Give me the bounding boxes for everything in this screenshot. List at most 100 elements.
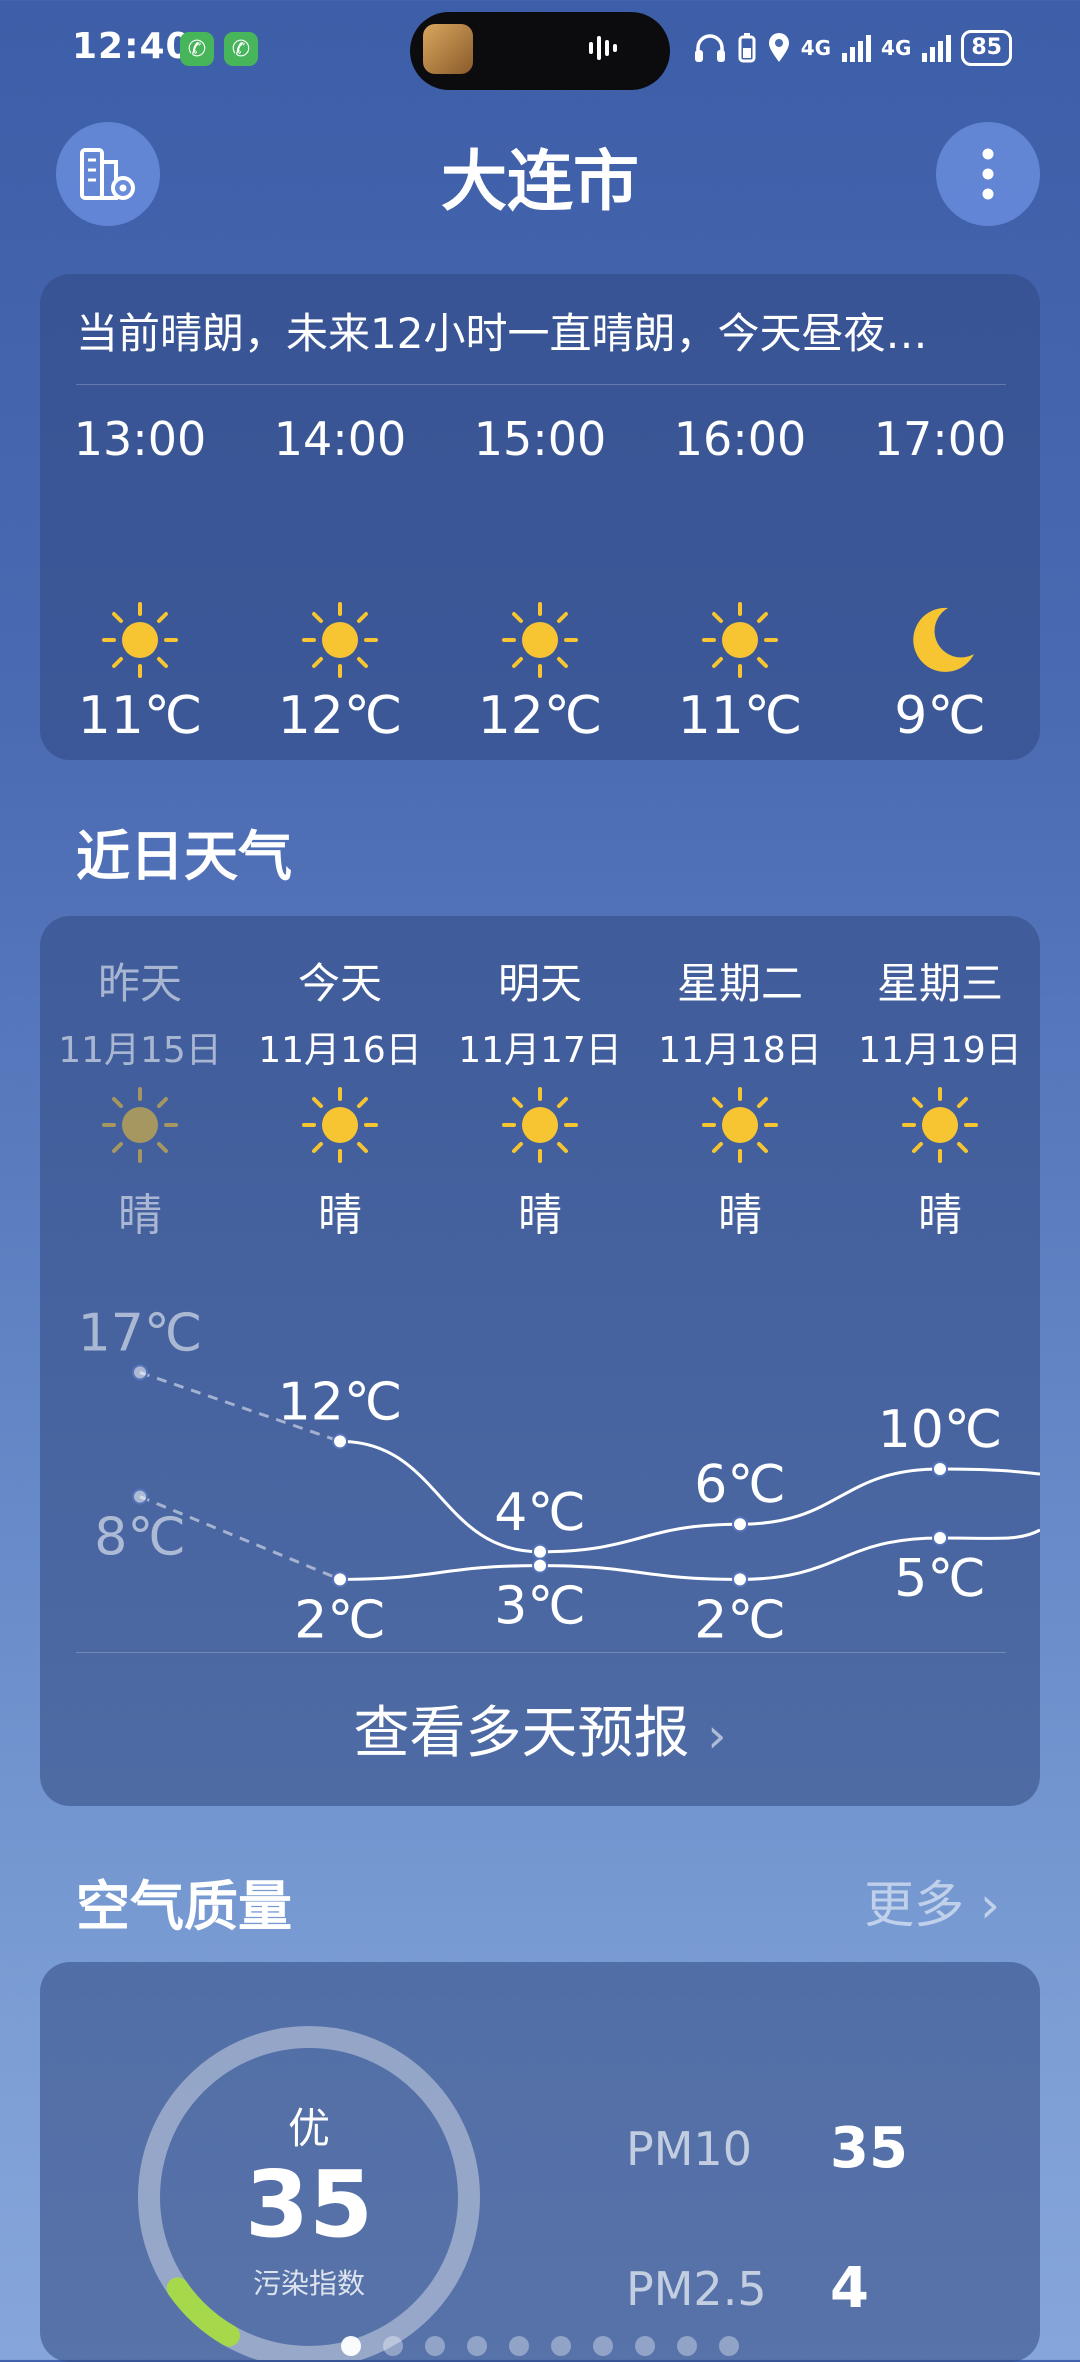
temp-label: 10℃ [878,1400,1003,1460]
pm10-value: 35 [830,2116,908,2181]
day-name: 星期三 [876,959,1003,1008]
earbud-battery-icon [738,33,756,63]
page-dot[interactable] [593,2336,613,2356]
status-time: 12:40 [72,26,192,67]
hourly-item: 15:00 12℃ [450,412,630,746]
page-dot[interactable] [467,2336,487,2356]
network-type: 4G [800,36,832,60]
temp-label: 17℃ [78,1303,203,1363]
status-icons: 4G 4G 85 [693,30,1012,66]
hour-time: 17:00 [873,412,1007,466]
day-column: 昨天 11月15日 晴 [50,950,230,1243]
temp-label: 2℃ [294,1590,385,1640]
air-more-link[interactable]: 更多 › [864,1865,1000,1937]
page-indicator[interactable] [0,2336,1080,2356]
day-condition: 晴 [118,1190,162,1241]
day-date: 11月17日 [458,1030,622,1071]
day-condition: 晴 [718,1190,762,1241]
page-dot[interactable] [719,2336,739,2356]
day-name: 星期二 [676,959,803,1008]
temp-label: 5℃ [894,1549,985,1609]
day-condition: 晴 [318,1190,362,1241]
hour-time: 16:00 [673,412,807,466]
divider [76,384,1006,385]
temp-point [732,1516,748,1533]
view-more-forecast-label: 查看多天预报 [353,1701,690,1766]
sun-icon [702,602,778,678]
weather-summary[interactable]: 当前晴朗，未来12小时一直晴朗，今天昼夜… [76,300,1006,361]
day-name: 明天 [497,959,582,1008]
day-column: 星期三 11月19日 晴 [850,950,1030,1243]
day-column: 今天 11月16日 晴 [250,950,430,1243]
temp-label: 12℃ [278,1372,403,1432]
page-dot[interactable] [551,2336,571,2356]
temp-point [332,1433,348,1450]
sun-icon [302,1087,378,1163]
temp-point [532,1543,548,1560]
sun-icon [302,602,378,678]
location-icon [768,33,789,62]
day-column: 星期二 11月18日 晴 [650,950,830,1243]
sun-icon [102,602,178,678]
chevron-right-icon: › [707,1708,727,1764]
page-dot[interactable] [635,2336,655,2356]
hourly-item: 16:00 11℃ [650,412,830,746]
hour-temp: 11℃ [77,686,203,746]
aqi-level: 优 [287,2104,330,2153]
temperature-trend-chart: 17℃ 12℃ 4℃ 6℃ 10℃ 8℃ 2℃ 3℃ 2℃ 5℃ [78,1303,1040,1640]
temp-label: 6℃ [694,1455,785,1515]
day-column: 明天 11月17日 晴 [450,950,630,1243]
temp-label: 2℃ [694,1590,785,1640]
aqi-label: 污染指数 [252,2267,365,2300]
section-title-air: 空气质量 [76,1875,292,1938]
signal-icon [842,35,872,62]
hourly-item: 17:00 9℃ [850,412,1030,746]
sun-icon [502,1087,578,1163]
divider [76,1652,1006,1653]
temp-point [732,1571,748,1588]
temp-label: 4℃ [494,1483,585,1543]
aqi-value: 35 [244,2151,374,2258]
pm10-label: PM10 [626,2122,752,2176]
page-dot[interactable] [509,2336,529,2356]
temp-point [532,1557,548,1574]
day-date: 11月19日 [858,1030,1022,1071]
battery-indicator: 85 [961,30,1012,66]
app-notification-icon: ✆ [224,32,258,66]
sun-icon [902,1087,978,1163]
chevron-right-icon: › [980,1876,1000,1934]
moon-icon [913,607,974,672]
day-condition: 晴 [918,1190,962,1241]
day-name: 今天 [297,959,382,1008]
hour-temp: 11℃ [677,686,803,746]
day-name: 昨天 [97,959,182,1008]
signal-icon [922,35,952,62]
hourly-item: 14:00 12℃ [250,412,430,746]
day-date: 11月16日 [258,1030,422,1071]
sun-icon [502,602,578,678]
temp-point [932,1461,948,1477]
day-date: 11月18日 [658,1030,822,1071]
sun-icon [702,1087,778,1163]
hour-time: 14:00 [273,412,407,466]
temp-label: 8℃ [94,1508,185,1568]
air-more-label: 更多 [864,1876,965,1934]
media-thumbnail[interactable] [423,24,473,74]
temp-point [332,1571,348,1588]
network-type: 4G [881,36,912,60]
hour-temp: 12℃ [477,686,603,746]
hour-temp: 9℃ [894,686,986,746]
more-options-button[interactable] [936,122,1040,226]
page-dot[interactable] [341,2336,361,2356]
temp-point [932,1530,948,1546]
page-dot[interactable] [677,2336,697,2356]
page-title: 大连市 [441,143,639,220]
hourly-item: 13:00 11℃ [50,412,230,746]
page-dot[interactable] [425,2336,445,2356]
temp-point [132,1488,148,1505]
page-dot[interactable] [383,2336,403,2356]
temp-point [132,1364,148,1381]
headphones-icon [694,34,725,62]
section-title-recent: 近日天气 [76,825,292,888]
view-more-forecast-button[interactable]: 查看多天预报 › [40,1688,1040,1769]
